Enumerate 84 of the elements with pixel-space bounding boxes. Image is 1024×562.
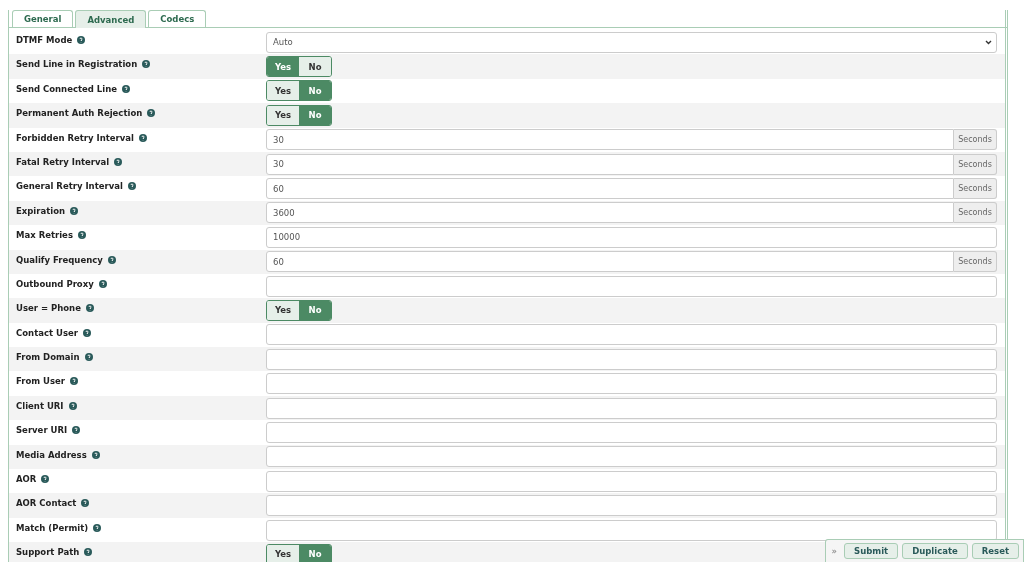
input-field[interactable]: [266, 519, 997, 541]
toggle-option[interactable]: Yes: [267, 105, 299, 125]
help-icon: [122, 84, 130, 93]
field-label: User = Phone: [16, 298, 266, 314]
collapse-toggle[interactable]: »: [831, 546, 838, 556]
input-field[interactable]: 10000: [266, 226, 997, 248]
chevron-icon: [985, 39, 992, 45]
field-label: AOR: [16, 469, 266, 485]
unit-addon: Seconds: [954, 202, 997, 224]
field-label: AOR Contact: [16, 493, 266, 509]
field-label: From User: [16, 371, 266, 387]
field-label: Send Line in Registration: [16, 54, 266, 70]
help-icon: [82, 328, 91, 337]
help-icon: [84, 548, 93, 557]
unit-addon: Seconds: [954, 129, 997, 151]
tab[interactable]: Advanced: [75, 10, 147, 28]
action-button[interactable]: Duplicate: [902, 543, 968, 559]
input-field[interactable]: [266, 275, 997, 297]
field-label: Permanent Auth Rejection: [16, 103, 266, 119]
toggle-option[interactable]: Yes: [267, 544, 299, 562]
toggle-option[interactable]: Yes: [267, 301, 299, 320]
help-icon: [98, 279, 107, 288]
field-label: DTMF Mode: [16, 30, 266, 45]
help-icon: [70, 206, 79, 215]
input-field[interactable]: [266, 421, 997, 443]
toggle-option[interactable]: No: [299, 301, 331, 320]
help-icon: [84, 353, 93, 362]
unit-addon: Seconds: [954, 178, 997, 200]
help-icon: [107, 255, 116, 264]
field-label: Server URI: [16, 420, 266, 436]
input-field[interactable]: [266, 495, 997, 517]
field-label: Max Retries: [16, 225, 266, 241]
help-icon: [41, 475, 50, 484]
input-field[interactable]: [266, 446, 997, 468]
field-label: Contact User: [16, 322, 266, 338]
help-icon: [127, 182, 136, 191]
field-label: From Domain: [16, 347, 266, 363]
help-icon: [77, 231, 86, 240]
help-icon: [70, 377, 79, 386]
action-button[interactable]: Reset: [971, 543, 1019, 559]
help-icon: [142, 60, 151, 69]
toggle-option[interactable]: Yes: [267, 81, 299, 101]
unit-addon: Seconds: [954, 153, 997, 175]
dropdown[interactable]: Auto: [266, 31, 997, 53]
field-label: Client URI: [16, 395, 266, 411]
field-label: Expiration: [16, 200, 266, 216]
input-field[interactable]: [266, 324, 997, 346]
action-button[interactable]: Submit: [844, 543, 899, 559]
help-icon: [77, 36, 86, 44]
input-field[interactable]: [266, 373, 997, 395]
field-label: Match (Permit): [16, 517, 266, 533]
input-field[interactable]: 30: [266, 153, 954, 175]
input-field[interactable]: 60: [266, 178, 954, 200]
help-icon: [147, 109, 156, 118]
input-field[interactable]: [266, 397, 997, 419]
field-label: Media Address: [16, 444, 266, 460]
tab[interactable]: Codecs: [148, 10, 207, 27]
toggle-option[interactable]: No: [299, 81, 331, 101]
help-icon: [85, 304, 94, 313]
input-field[interactable]: 3600: [266, 202, 954, 224]
help-icon: [68, 401, 77, 410]
field-label: Send Connected Line: [16, 78, 266, 94]
unit-addon: Seconds: [954, 251, 997, 273]
input-field[interactable]: 30: [266, 129, 954, 151]
field-label: Fatal Retry Interval: [16, 151, 266, 167]
toggle-option[interactable]: No: [299, 57, 331, 77]
help-icon: [91, 450, 100, 459]
field-label: Forbidden Retry Interval: [16, 127, 266, 143]
toggle-option[interactable]: No: [299, 105, 331, 125]
help-icon: [81, 499, 90, 508]
input-field[interactable]: [266, 470, 997, 492]
help-icon: [93, 523, 102, 532]
toggle-option[interactable]: No: [299, 544, 331, 562]
tab[interactable]: General: [12, 10, 74, 27]
input-field[interactable]: 60: [266, 251, 954, 273]
help-icon: [138, 133, 147, 142]
help-icon: [114, 157, 123, 166]
help-icon: [72, 426, 81, 435]
field-label: Outbound Proxy: [16, 273, 266, 289]
toggle-option[interactable]: Yes: [267, 57, 299, 77]
field-label: Qualify Frequency: [16, 249, 266, 265]
input-field[interactable]: [266, 348, 997, 370]
field-label: General Retry Interval: [16, 176, 266, 192]
field-label: Support Path: [16, 542, 266, 558]
